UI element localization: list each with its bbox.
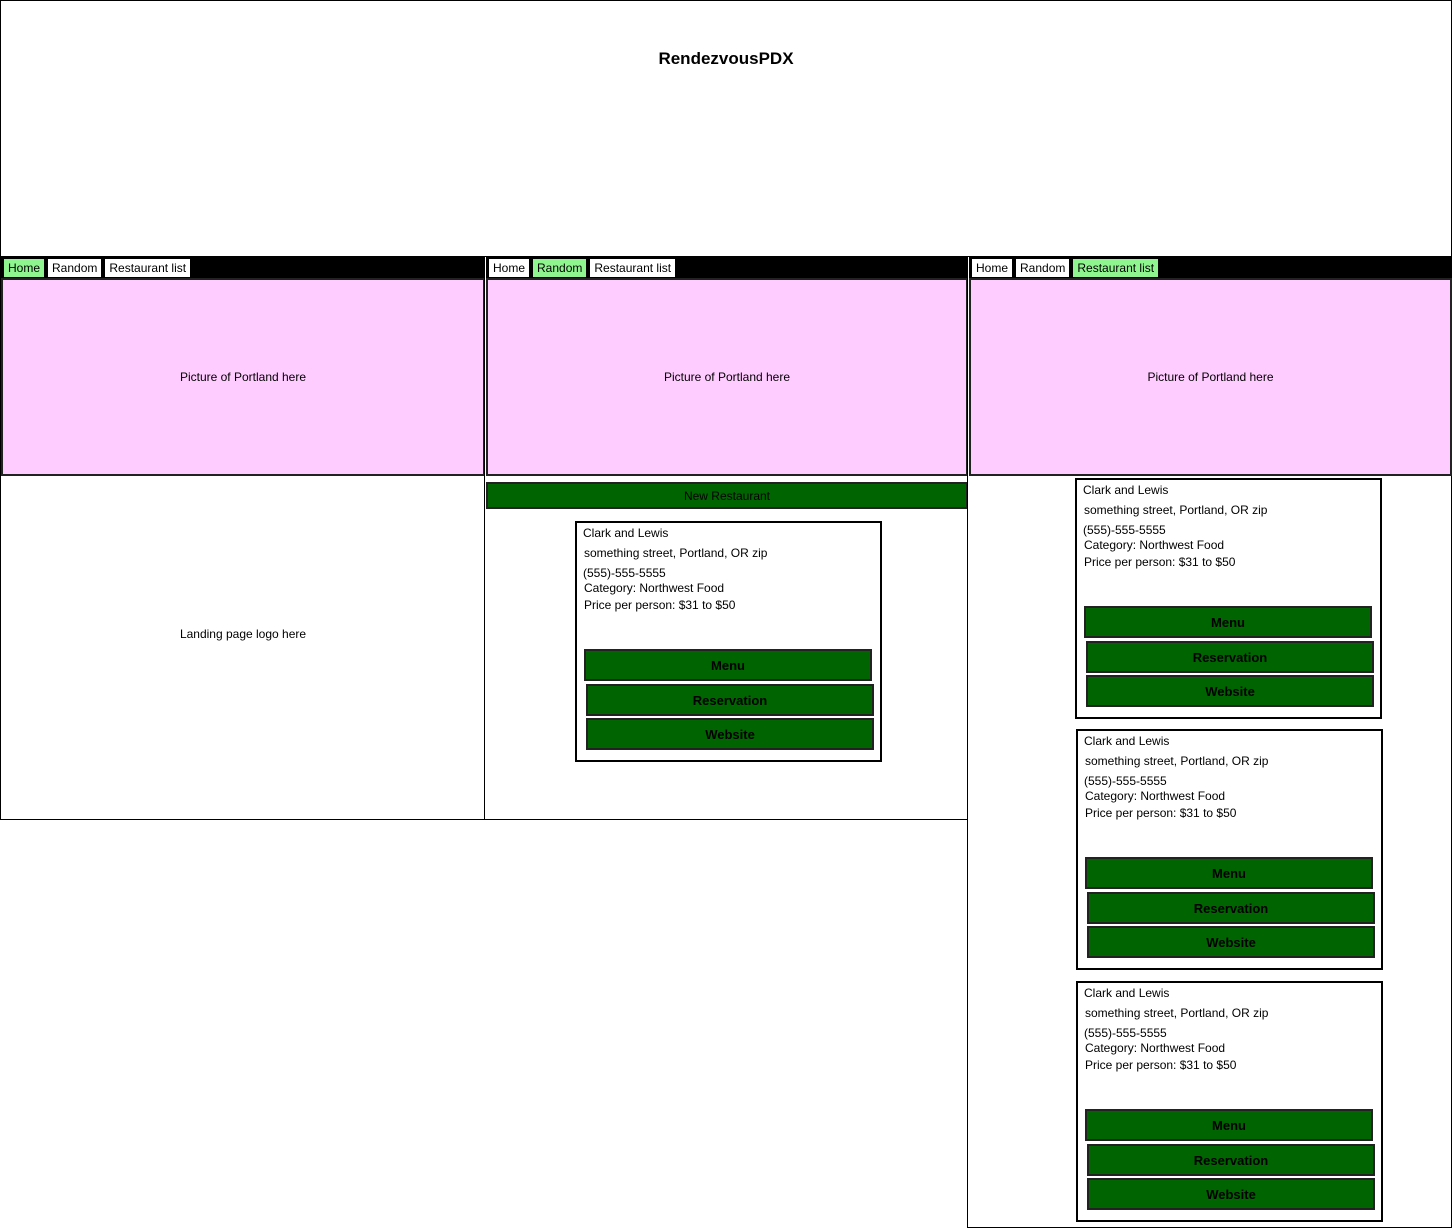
restaurant-phone: (555)-555-5555 [1084, 774, 1167, 788]
menu-button[interactable]: Menu [1084, 606, 1372, 638]
website-button[interactable]: Website [1087, 926, 1375, 958]
restaurant-card: Clark and Lewis something street, Portla… [1076, 981, 1383, 1222]
nav-random[interactable]: Random [47, 258, 103, 278]
menu-button[interactable]: Menu [1085, 1109, 1373, 1141]
nav-random[interactable]: Random [532, 258, 588, 278]
landing-logo-placeholder: Landing page logo here [1, 478, 485, 790]
restaurant-price: Price per person: $31 to $50 [1085, 1058, 1237, 1072]
nav-home[interactable]: Home [488, 258, 531, 278]
restaurant-price: Price per person: $31 to $50 [1085, 806, 1237, 820]
menu-button[interactable]: Menu [1085, 857, 1373, 889]
restaurant-phone: (555)-555-5555 [1084, 1026, 1167, 1040]
nav-home[interactable]: Home [971, 258, 1014, 278]
website-button[interactable]: Website [586, 718, 874, 750]
restaurant-name: Clark and Lewis [1083, 483, 1169, 497]
website-button[interactable]: Website [1087, 1178, 1375, 1210]
nav-random[interactable]: Random [1015, 258, 1071, 278]
hero-image-placeholder: Picture of Portland here [969, 278, 1452, 476]
restaurant-address: something street, Portland, OR zip [584, 546, 768, 560]
menu-button[interactable]: Menu [584, 649, 872, 681]
reservation-button[interactable]: Reservation [1087, 1144, 1375, 1176]
new-restaurant-label: New Restaurant [683, 488, 771, 503]
restaurant-category: Category: Northwest Food [1085, 1041, 1226, 1055]
hero-label: Picture of Portland here [179, 370, 307, 384]
reservation-button[interactable]: Reservation [586, 684, 874, 716]
restaurant-category: Category: Northwest Food [584, 581, 725, 595]
reservation-button[interactable]: Reservation [1087, 892, 1375, 924]
landing-logo-label: Landing page logo here [179, 627, 307, 641]
restaurant-address: something street, Portland, OR zip [1085, 1006, 1269, 1020]
navbar: Home Random Restaurant list [1, 257, 485, 279]
new-restaurant-button[interactable]: New Restaurant [486, 482, 968, 509]
restaurant-card: Clark and Lewis something street, Portla… [575, 521, 882, 762]
nav-restaurant-list[interactable]: Restaurant list [104, 258, 192, 278]
nav-restaurant-list[interactable]: Restaurant list [1072, 258, 1160, 278]
restaurant-card: Clark and Lewis something street, Portla… [1075, 478, 1382, 719]
restaurant-phone: (555)-555-5555 [1083, 523, 1166, 537]
navbar: Home Random Restaurant list [969, 257, 1451, 279]
restaurant-card: Clark and Lewis something street, Portla… [1076, 729, 1383, 970]
hero-label: Picture of Portland here [663, 370, 791, 384]
hero-label: Picture of Portland here [1147, 370, 1274, 384]
navbar: Home Random Restaurant list [486, 257, 968, 279]
restaurant-price: Price per person: $31 to $50 [1084, 555, 1236, 569]
restaurant-name: Clark and Lewis [1084, 986, 1170, 1000]
restaurant-category: Category: Northwest Food [1084, 538, 1225, 552]
website-button[interactable]: Website [1086, 675, 1374, 707]
site-header: RendezvousPDX [0, 0, 1452, 257]
hero-image-placeholder: Picture of Portland here [1, 278, 485, 476]
restaurant-name: Clark and Lewis [583, 526, 669, 540]
hero-image-placeholder: Picture of Portland here [486, 278, 968, 476]
restaurant-name: Clark and Lewis [1084, 734, 1170, 748]
nav-restaurant-list[interactable]: Restaurant list [589, 258, 677, 278]
restaurant-phone: (555)-555-5555 [583, 566, 666, 580]
restaurant-price: Price per person: $31 to $50 [584, 598, 736, 612]
restaurant-category: Category: Northwest Food [1085, 789, 1226, 803]
reservation-button[interactable]: Reservation [1086, 641, 1374, 673]
site-title: RendezvousPDX [658, 49, 794, 68]
restaurant-address: something street, Portland, OR zip [1084, 503, 1268, 517]
nav-home[interactable]: Home [3, 258, 46, 278]
restaurant-address: something street, Portland, OR zip [1085, 754, 1269, 768]
